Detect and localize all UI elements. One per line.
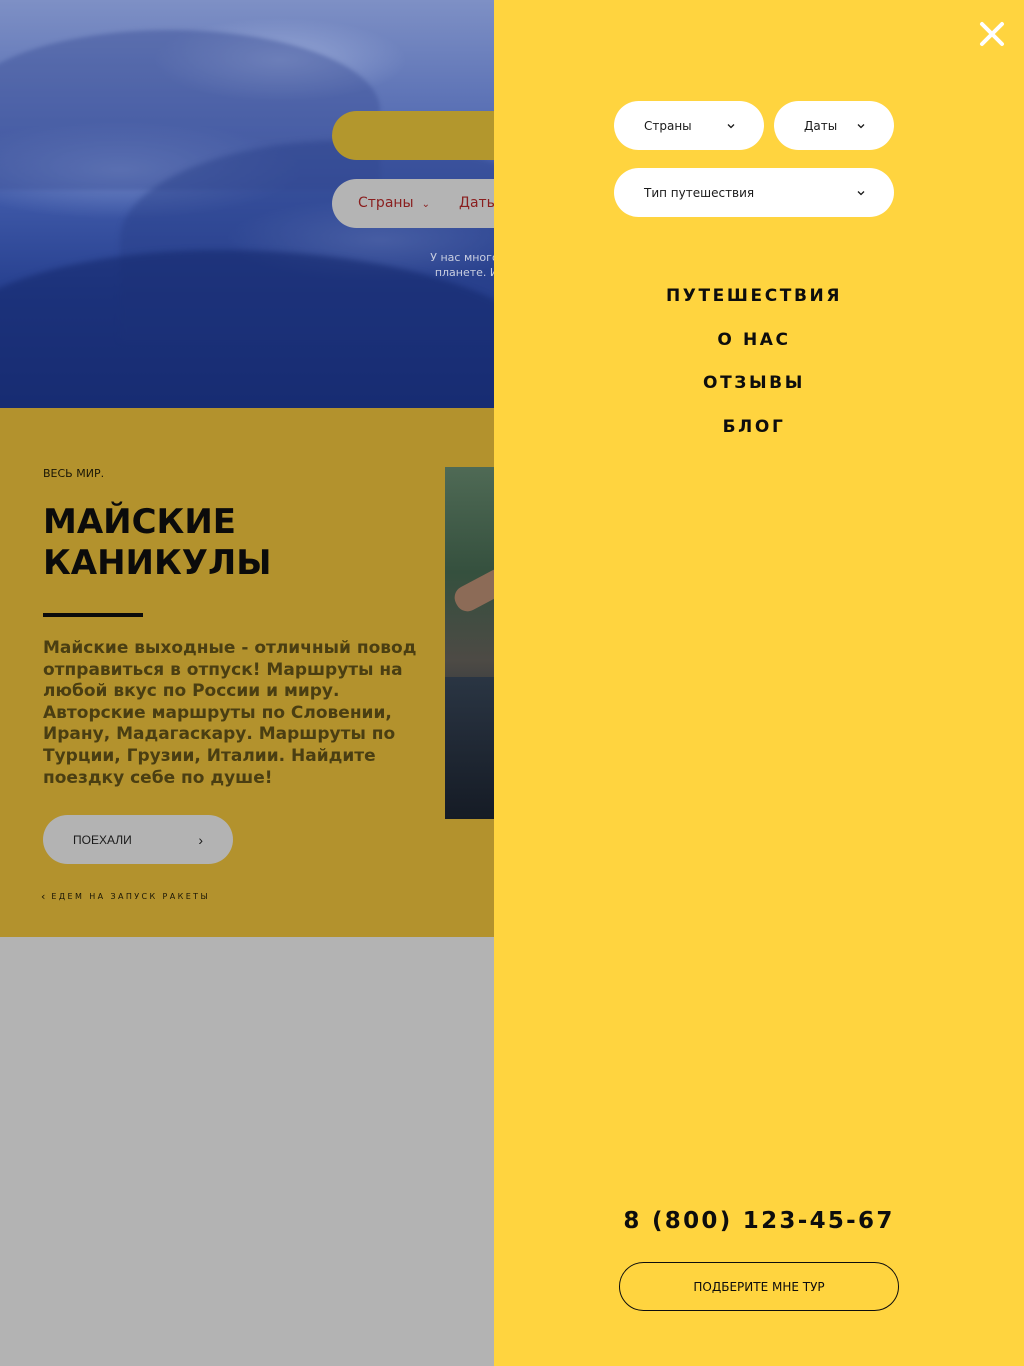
- promo-title: МАЙСКИЕ КАНИКУЛЫ: [43, 502, 272, 583]
- go-button-label: ПОЕХАЛИ: [73, 832, 132, 847]
- chevron-down-icon: [727, 123, 735, 128]
- previous-slide-label: ЕДЕМ НА ЗАПУСК РАКЕТЫ: [51, 892, 210, 901]
- go-button[interactable]: ПОЕХАЛИ ›: [43, 815, 233, 864]
- chevron-left-icon: ‹: [41, 890, 46, 903]
- chevron-down-icon: [857, 190, 865, 195]
- countries-select[interactable]: Страны: [614, 101, 764, 150]
- hero-filter-countries-label: Страны: [358, 195, 414, 211]
- close-button[interactable]: [974, 16, 1010, 52]
- trip-type-select[interactable]: Тип путешествия: [614, 168, 894, 217]
- previous-slide-link[interactable]: ‹ ЕДЕМ НА ЗАПУСК РАКЕТЫ: [41, 890, 210, 903]
- close-icon: [980, 22, 1004, 46]
- hero-filter-countries[interactable]: Страны ⌄: [358, 195, 430, 211]
- nav-item-trips[interactable]: ПУТЕШЕСТВИЯ: [614, 284, 894, 328]
- pick-tour-button[interactable]: ПОДБЕРИТЕ МНЕ ТУР: [619, 1262, 899, 1311]
- dates-select[interactable]: Даты: [774, 101, 894, 150]
- countries-select-label: Страны: [644, 118, 692, 133]
- phone-number[interactable]: 8 (800) 123-45-67: [619, 1208, 899, 1234]
- chevron-down-icon: [857, 123, 865, 128]
- nav-item-reviews[interactable]: ОТЗЫВЫ: [614, 371, 894, 415]
- chevron-down-icon: ⌄: [421, 199, 430, 210]
- hero-filter-dates[interactable]: Даты: [459, 195, 498, 211]
- nav-item-blog[interactable]: БЛОГ: [614, 415, 894, 459]
- trip-type-select-label: Тип путешествия: [644, 185, 755, 200]
- promo-description: Майские выходные - отличный повод отправ…: [43, 638, 417, 788]
- chevron-right-icon: ›: [198, 831, 203, 848]
- main-nav: ПУТЕШЕСТВИЯ О НАС ОТЗЫВЫ БЛОГ: [614, 284, 894, 459]
- dates-select-label: Даты: [804, 118, 838, 133]
- promo-kicker: ВЕСЬ МИР.: [43, 467, 105, 480]
- promo-divider: [43, 613, 143, 617]
- nav-item-about[interactable]: О НАС: [614, 328, 894, 372]
